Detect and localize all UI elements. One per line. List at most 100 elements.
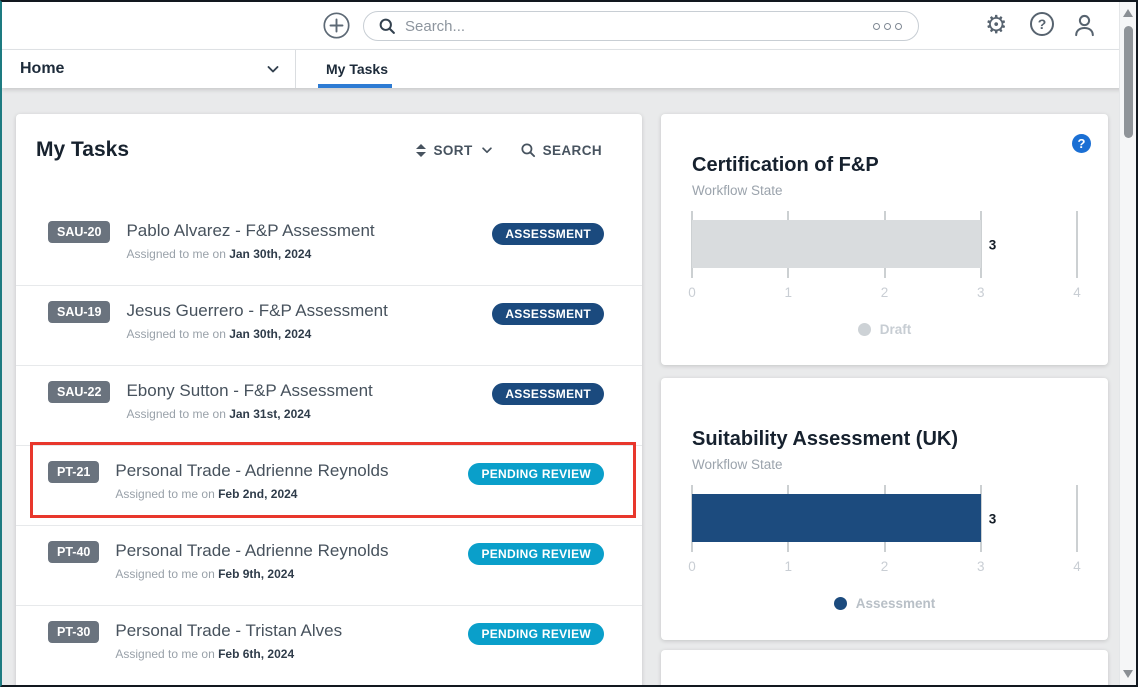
scroll-down-arrow-icon[interactable] xyxy=(1123,670,1133,678)
search-tasks-button[interactable]: SEARCH xyxy=(520,142,602,158)
task-title: Personal Trade - Adrienne Reynolds xyxy=(115,459,468,482)
card-help-button[interactable]: ? xyxy=(1072,134,1091,153)
axis-tick-label: 2 xyxy=(881,559,889,574)
scroll-up-arrow-icon[interactable] xyxy=(1123,9,1133,17)
chart-title: Certification of F&P xyxy=(692,114,1077,177)
task-row[interactable]: PT-40 Personal Trade - Adrienne Reynolds… xyxy=(16,526,642,606)
chart-subtitle: Workflow State xyxy=(692,183,1077,198)
axis-tick-label: 2 xyxy=(881,285,889,300)
axis-tick-label: 3 xyxy=(977,559,985,574)
help-button[interactable]: ? xyxy=(1030,12,1054,36)
question-icon: ? xyxy=(1078,136,1086,151)
axis-tick-line xyxy=(1077,211,1078,278)
question-icon: ? xyxy=(1038,16,1047,32)
bar-chart: 3 01234 Assessment xyxy=(692,485,1077,611)
axis-tick-label: 4 xyxy=(1073,559,1081,574)
global-search[interactable] xyxy=(363,11,919,41)
legend-dot xyxy=(834,597,847,610)
task-badge: SAU-20 xyxy=(48,221,110,243)
search-icon xyxy=(378,17,396,35)
task-title: Pablo Alvarez - F&P Assessment xyxy=(126,219,492,242)
task-title: Jesus Guerrero - F&P Assessment xyxy=(126,299,492,322)
chart-card-partial xyxy=(661,650,1108,685)
task-row[interactable]: SAU-22 Ebony Sutton - F&P Assessment Ass… xyxy=(16,366,642,446)
my-tasks-panel: My Tasks SORT SEARCH xyxy=(16,114,642,685)
bar-value-label: 3 xyxy=(989,511,997,526)
task-title: Ebony Sutton - F&P Assessment xyxy=(126,379,492,402)
task-badge: PT-30 xyxy=(48,621,99,643)
axis-tick-label: 0 xyxy=(688,559,696,574)
person-icon xyxy=(1071,12,1098,39)
legend-label: Assessment xyxy=(856,596,936,611)
chart-x-axis: 01234 xyxy=(692,559,1077,575)
task-row[interactable]: PT-21 Personal Trade - Adrienne Reynolds… xyxy=(16,446,642,526)
task-row[interactable]: SAU-20 Pablo Alvarez - F&P Assessment As… xyxy=(16,206,642,286)
task-row[interactable]: SAU-19 Jesus Guerrero - F&P Assessment A… xyxy=(16,286,642,366)
task-badge: SAU-22 xyxy=(48,381,110,403)
add-button[interactable] xyxy=(323,12,350,39)
task-list: SAU-20 Pablo Alvarez - F&P Assessment As… xyxy=(16,206,642,685)
gear-icon: ⚙ xyxy=(985,11,1007,39)
task-assigned-date: Assigned to me on Feb 2nd, 2024 xyxy=(115,487,468,501)
chart-title: Suitability Assessment (UK) xyxy=(692,378,1077,451)
page-title: My Tasks xyxy=(36,138,129,162)
chart-bar xyxy=(692,220,981,268)
axis-tick-line xyxy=(1077,485,1078,552)
search-options-button[interactable] xyxy=(871,19,904,34)
task-assigned-date: Assigned to me on Jan 30th, 2024 xyxy=(126,247,492,261)
task-title: Personal Trade - Tristan Alves xyxy=(115,619,468,642)
chart-legend: Assessment xyxy=(692,596,1077,611)
top-bar: ⚙ ? xyxy=(2,2,1136,50)
axis-tick-label: 1 xyxy=(784,559,792,574)
active-tab-indicator xyxy=(318,84,392,88)
axis-tick-label: 0 xyxy=(688,285,696,300)
sort-arrows-icon xyxy=(416,144,426,157)
home-label: Home xyxy=(20,60,64,78)
bar-value-label: 3 xyxy=(989,237,997,252)
tab-my-tasks[interactable]: My Tasks xyxy=(318,50,396,88)
status-badge: ASSESSMENT xyxy=(492,303,604,325)
chart-plot: 3 xyxy=(692,485,1077,552)
axis-tick-label: 4 xyxy=(1073,285,1081,300)
nav-separator xyxy=(295,50,296,88)
chart-plot: 3 xyxy=(692,211,1077,278)
panel-header: My Tasks SORT SEARCH xyxy=(16,114,642,162)
chevron-down-icon xyxy=(265,61,281,77)
vertical-scrollbar[interactable] xyxy=(1119,2,1136,685)
task-title: Personal Trade - Adrienne Reynolds xyxy=(115,539,468,562)
axis-tick-label: 3 xyxy=(977,285,985,300)
task-assigned-date: Assigned to me on Feb 6th, 2024 xyxy=(115,647,468,661)
status-badge: ASSESSMENT xyxy=(492,383,604,405)
plus-circle-icon xyxy=(323,12,350,39)
task-row[interactable]: PT-30 Personal Trade - Tristan Alves Ass… xyxy=(16,606,642,685)
task-assigned-date: Assigned to me on Jan 31st, 2024 xyxy=(126,407,492,421)
legend-dot xyxy=(858,323,871,336)
search-input[interactable] xyxy=(405,18,871,35)
search-icon xyxy=(520,142,536,158)
status-badge: ASSESSMENT xyxy=(492,223,604,245)
status-badge: PENDING REVIEW xyxy=(468,543,604,565)
status-badge: PENDING REVIEW xyxy=(468,463,604,485)
user-menu-button[interactable] xyxy=(1071,12,1098,44)
chart-card-certification: ? Certification of F&P Workflow State 3 … xyxy=(661,114,1108,365)
settings-button[interactable]: ⚙ xyxy=(985,12,1007,39)
app-window: ⚙ ? Home My Tasks My Tasks xyxy=(0,0,1138,687)
chart-card-suitability: Suitability Assessment (UK) Workflow Sta… xyxy=(661,378,1108,640)
main-content: My Tasks SORT SEARCH xyxy=(2,88,1136,685)
chevron-down-icon xyxy=(480,143,494,157)
task-assigned-date: Assigned to me on Jan 30th, 2024 xyxy=(126,327,492,341)
task-badge: SAU-19 xyxy=(48,301,110,323)
bar-chart: 3 01234 Draft xyxy=(692,211,1077,337)
sort-button[interactable]: SORT xyxy=(416,143,493,158)
scrollbar-thumb[interactable] xyxy=(1124,26,1133,138)
legend-label: Draft xyxy=(880,322,912,337)
chart-legend: Draft xyxy=(692,322,1077,337)
task-badge: PT-40 xyxy=(48,541,99,563)
nav-bar: Home My Tasks xyxy=(2,50,1136,88)
home-dropdown[interactable]: Home xyxy=(2,50,295,88)
chart-x-axis: 01234 xyxy=(692,285,1077,301)
ellipsis-icon xyxy=(873,23,880,30)
axis-tick-label: 1 xyxy=(784,285,792,300)
chart-bar xyxy=(692,494,981,542)
task-badge: PT-21 xyxy=(48,461,99,483)
